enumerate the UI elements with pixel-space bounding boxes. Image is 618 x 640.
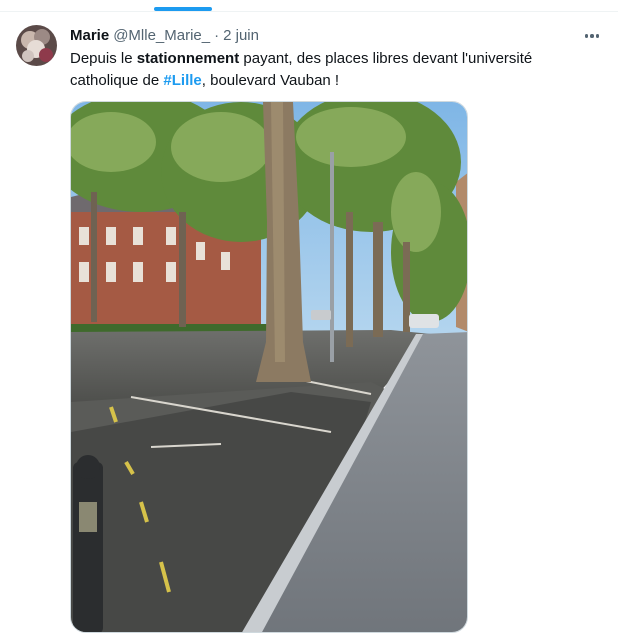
author-name[interactable]: Marie — [70, 27, 109, 44]
header-separator: · — [214, 27, 220, 44]
post-text-bold: stationnement — [136, 50, 240, 67]
hashtag-link[interactable]: #Lille — [163, 72, 201, 89]
post-date[interactable]: 2 juin — [223, 27, 259, 44]
post-text-part3: , boulevard Vauban ! — [201, 72, 340, 89]
post-photo[interactable] — [70, 101, 468, 633]
author-avatar[interactable] — [16, 25, 57, 66]
post-text-part1: Depuis le — [70, 50, 137, 67]
top-divider — [0, 11, 618, 12]
post-header: Marie @Mlle_Marie_ · 2 juin — [70, 27, 568, 45]
post-text: Depuis le stationnement payant, des plac… — [70, 48, 600, 92]
more-options-icon[interactable] — [582, 27, 602, 45]
street-photo-illustration — [71, 102, 467, 632]
active-tab-indicator — [154, 7, 212, 11]
author-handle[interactable]: @Mlle_Marie_ — [113, 27, 210, 44]
